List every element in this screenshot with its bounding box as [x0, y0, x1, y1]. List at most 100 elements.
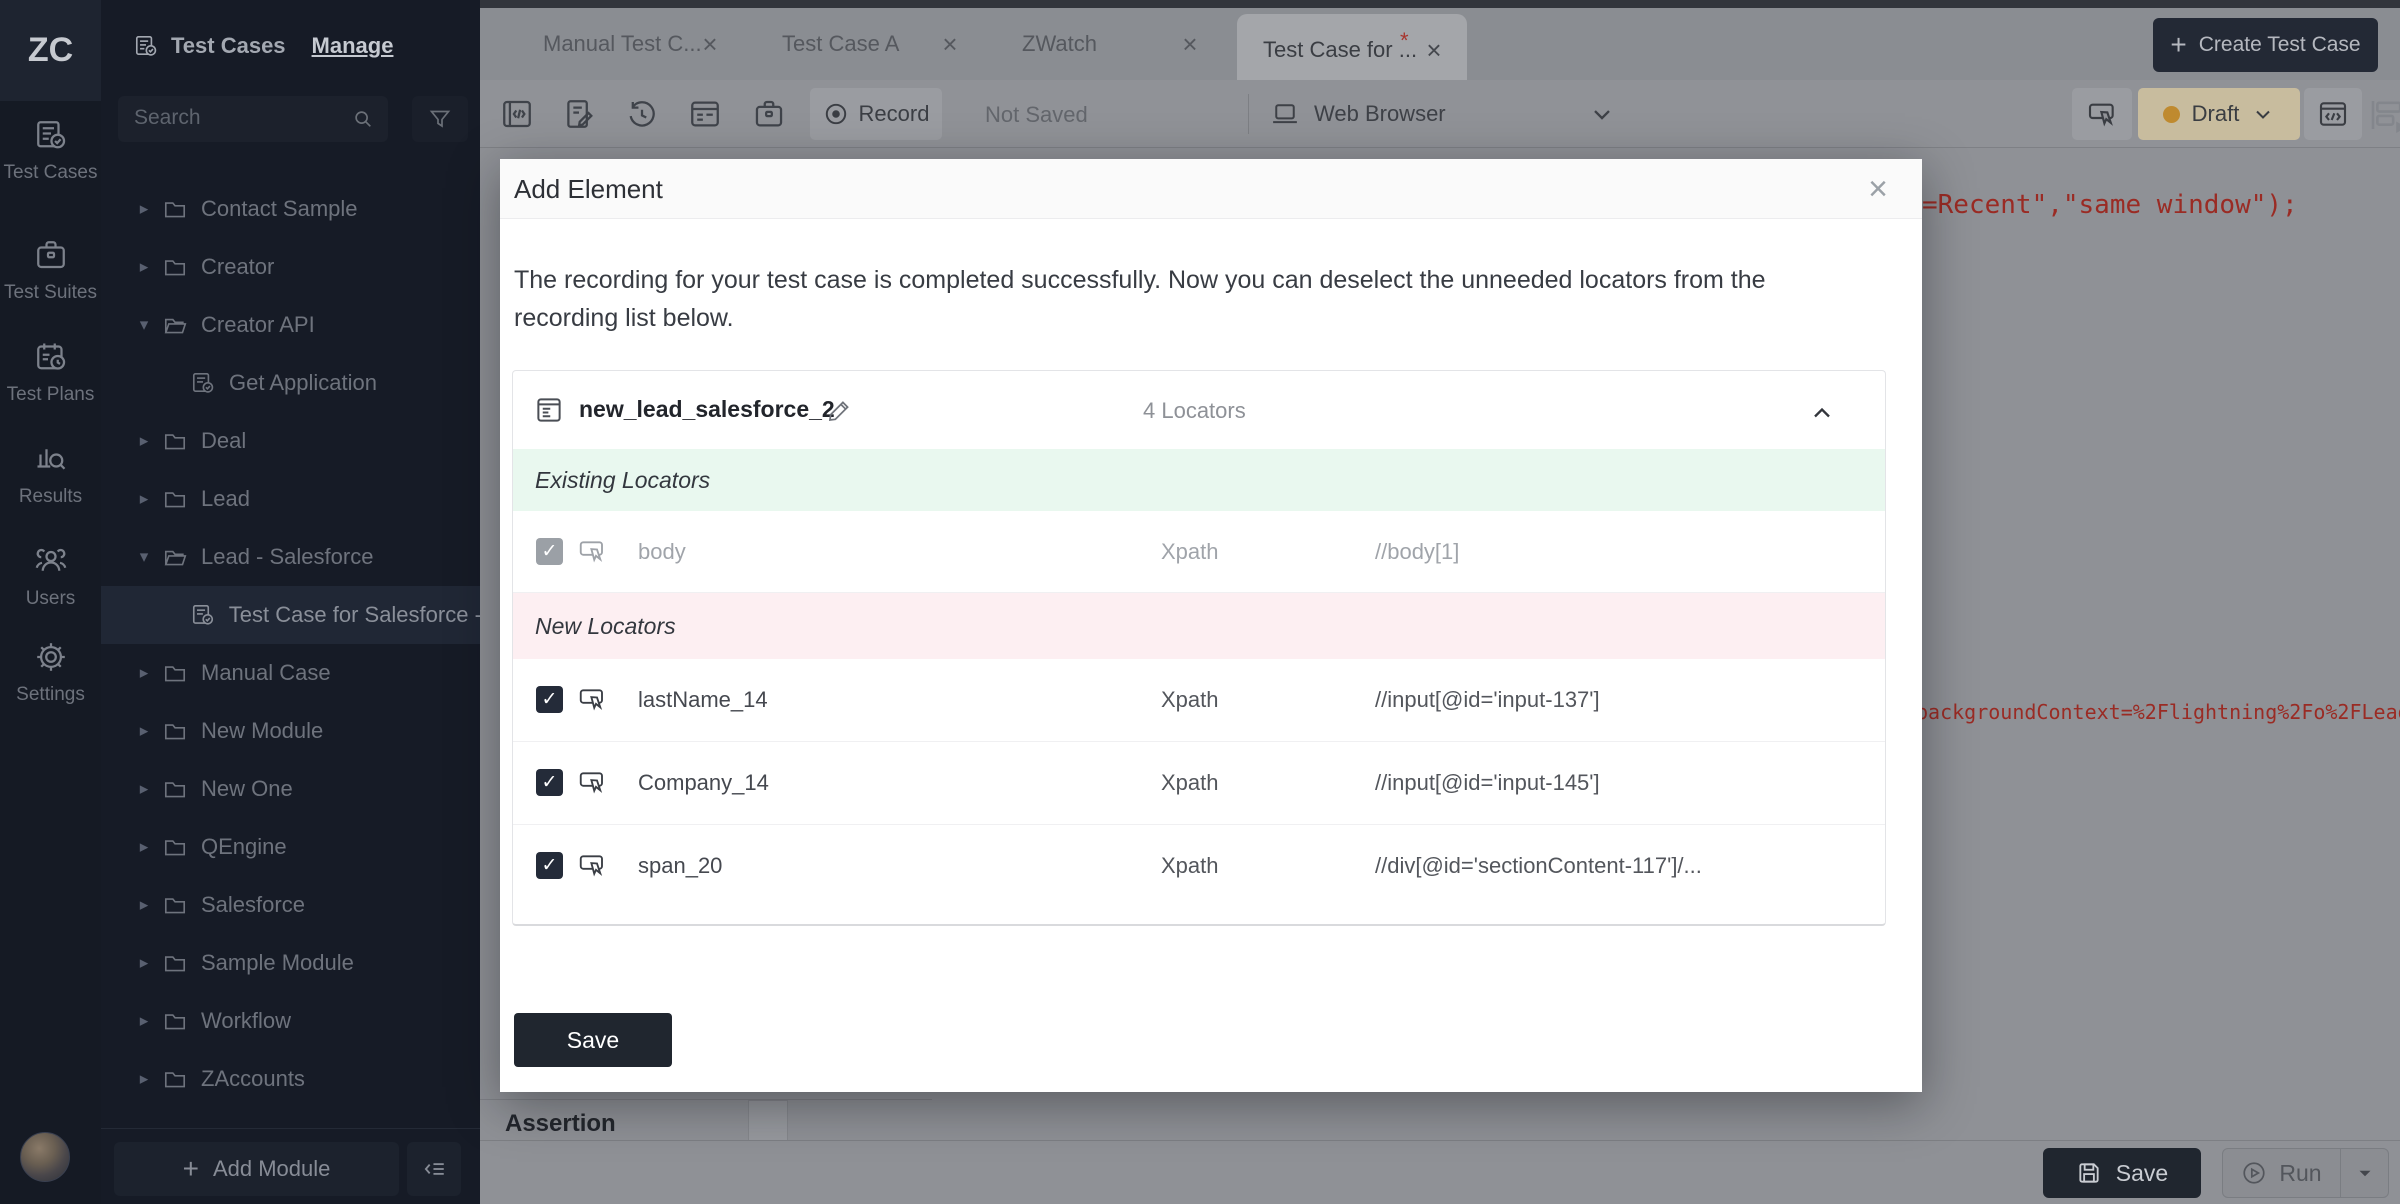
tree-item-sample-module[interactable]: ▸ Sample Module	[101, 934, 480, 992]
tree-item-test-case-for-salesforce[interactable]: Test Case for Salesforce -	[101, 586, 480, 644]
locator-count: 4 Locators	[1143, 398, 1246, 424]
run-button[interactable]: Run	[2223, 1160, 2340, 1187]
draft-label: Draft	[2192, 101, 2240, 127]
toolbar-divider	[1248, 94, 1249, 134]
element-picker-button[interactable]	[2072, 88, 2132, 140]
collapse-caret-icon[interactable]: ▾	[134, 315, 154, 335]
tree-item-lead[interactable]: ▸ Lead	[101, 470, 480, 528]
search-box[interactable]	[118, 96, 388, 142]
rail-item-users[interactable]: Users	[0, 530, 101, 622]
suitcase-icon[interactable]	[752, 97, 786, 131]
search-input[interactable]	[118, 96, 318, 140]
code-view-icon[interactable]	[500, 97, 534, 131]
draft-dot-icon	[2163, 106, 2180, 123]
checkbox-checked[interactable]: ✓	[536, 852, 563, 879]
tab-close-icon[interactable]: ×	[1175, 29, 1205, 59]
tree-item-workflow[interactable]: ▸ Workflow	[101, 992, 480, 1050]
modal-close-icon[interactable]: ×	[1858, 169, 1898, 209]
tree-item-qengine[interactable]: ▸ QEngine	[101, 818, 480, 876]
checkbox-checked[interactable]: ✓	[536, 769, 563, 796]
locator-card-header[interactable]: new_lead_salesforce_2 4 Locators	[513, 371, 1885, 449]
edit-steps-icon[interactable]	[562, 97, 596, 131]
run-button-group[interactable]: Run	[2222, 1148, 2389, 1198]
tab-zwatch[interactable]: ZWatch	[1022, 8, 1097, 80]
tree-item-creator-api[interactable]: ▾ Creator API	[101, 296, 480, 354]
chevron-down-icon[interactable]	[1588, 100, 1616, 128]
run-options-caret[interactable]	[2340, 1149, 2388, 1197]
app-logo[interactable]: ZC	[0, 0, 101, 101]
expand-caret-icon[interactable]: ▸	[134, 257, 154, 277]
tab-close-icon[interactable]: ×	[695, 29, 725, 59]
tree-item-label: Deal	[201, 428, 246, 454]
tab-close-icon[interactable]: ×	[935, 29, 965, 59]
expand-caret-icon[interactable]: ▸	[134, 779, 154, 799]
manage-link[interactable]: Manage	[312, 33, 394, 59]
tab-test-case-for-active[interactable]: Test Case for ... * ×	[1237, 14, 1467, 80]
rail-item-results[interactable]: Results	[0, 428, 101, 520]
tab-manual-test-c[interactable]: Manual Test C...	[543, 8, 702, 80]
sidebar-title: Test Cases	[171, 33, 286, 59]
rail-item-settings[interactable]: Settings	[0, 626, 101, 718]
rail-item-test-suites[interactable]: Test Suites	[0, 224, 101, 316]
tab-close-icon[interactable]: ×	[1419, 35, 1449, 65]
draft-status-dropdown[interactable]: Draft	[2138, 88, 2300, 140]
tree-item-salesforce[interactable]: ▸ Salesforce	[101, 876, 480, 934]
locator-card: new_lead_salesforce_2 4 Locators Existin…	[512, 370, 1886, 926]
tab-test-case-a[interactable]: Test Case A	[782, 8, 899, 80]
history-icon[interactable]	[625, 97, 659, 131]
tree-item-deal[interactable]: ▸ Deal	[101, 412, 480, 470]
rail-item-test-cases[interactable]: Test Cases	[0, 104, 101, 196]
tree-item-label: Manual Case	[201, 660, 331, 686]
left-nav-rail: ZC Test Cases Test Suites Test Plans Res…	[0, 0, 101, 1204]
add-module-button[interactable]: + Add Module	[114, 1142, 399, 1196]
tree-item-label: Salesforce	[201, 892, 305, 918]
tree-item-creator[interactable]: ▸ Creator	[101, 238, 480, 296]
expand-caret-icon[interactable]: ▸	[134, 1011, 154, 1031]
tree-item-manual-case[interactable]: ▸ Manual Case	[101, 644, 480, 702]
tree-item-contact-sample[interactable]: ▸ Contact Sample	[101, 180, 480, 238]
rail-item-label: Test Cases	[4, 162, 98, 184]
modal-save-button[interactable]: Save	[514, 1013, 672, 1067]
collapse-panel-icon	[421, 1156, 447, 1182]
tree-item-get-application[interactable]: Get Application	[101, 354, 480, 412]
browser-select[interactable]: Web Browser	[1270, 88, 1610, 140]
record-button[interactable]: Record	[810, 88, 942, 140]
tree-item-new-one[interactable]: ▸ New One	[101, 760, 480, 818]
edit-pencil-icon[interactable]	[826, 396, 854, 424]
collapse-sidebar-button[interactable]	[407, 1142, 461, 1196]
collapse-caret-icon[interactable]: ▾	[134, 547, 154, 567]
checkbox-checked-disabled[interactable]: ✓	[536, 538, 563, 565]
expand-caret-icon[interactable]: ▸	[134, 431, 154, 451]
expand-caret-icon[interactable]: ▸	[134, 199, 154, 219]
expand-caret-icon[interactable]: ▸	[134, 489, 154, 509]
element-icon	[534, 395, 564, 425]
rail-item-test-plans[interactable]: Test Plans	[0, 326, 101, 418]
existing-locators-label: Existing Locators	[535, 467, 710, 494]
expand-caret-icon[interactable]: ▸	[134, 837, 154, 857]
code-editor-toggle-button[interactable]	[2304, 88, 2362, 140]
tree-item-label: New Module	[201, 718, 323, 744]
save-test-case-button[interactable]: Save	[2043, 1148, 2201, 1198]
test-steps-panel-icon[interactable]	[2366, 94, 2400, 136]
expand-caret-icon[interactable]: ▸	[134, 953, 154, 973]
locator-row-company: ✓ Company_14 Xpath //input[@id='input-14…	[513, 742, 1885, 825]
tree-item-lead-salesforce[interactable]: ▾ Lead - Salesforce	[101, 528, 480, 586]
expand-caret-icon[interactable]: ▸	[134, 721, 154, 741]
rail-item-label: Results	[19, 486, 82, 508]
folder-icon	[162, 428, 188, 454]
tree-item-zaccounts[interactable]: ▸ ZAccounts	[101, 1050, 480, 1108]
checkbox-checked[interactable]: ✓	[536, 686, 563, 713]
chevron-up-icon[interactable]	[1808, 399, 1836, 427]
folder-icon	[162, 254, 188, 280]
tree-item-new-module[interactable]: ▸ New Module	[101, 702, 480, 760]
expand-caret-icon[interactable]: ▸	[134, 895, 154, 915]
user-avatar[interactable]	[20, 1132, 70, 1182]
tab-bar: Manual Test C... × Test Case A × ZWatch …	[480, 8, 2400, 80]
folder-icon	[162, 776, 188, 802]
expand-caret-icon[interactable]: ▸	[134, 663, 154, 683]
test-case-icon	[190, 370, 216, 396]
create-test-case-button[interactable]: + Create Test Case	[2153, 18, 2378, 72]
filter-button[interactable]	[412, 96, 468, 142]
browser-window-icon[interactable]	[688, 97, 722, 131]
expand-caret-icon[interactable]: ▸	[134, 1069, 154, 1089]
